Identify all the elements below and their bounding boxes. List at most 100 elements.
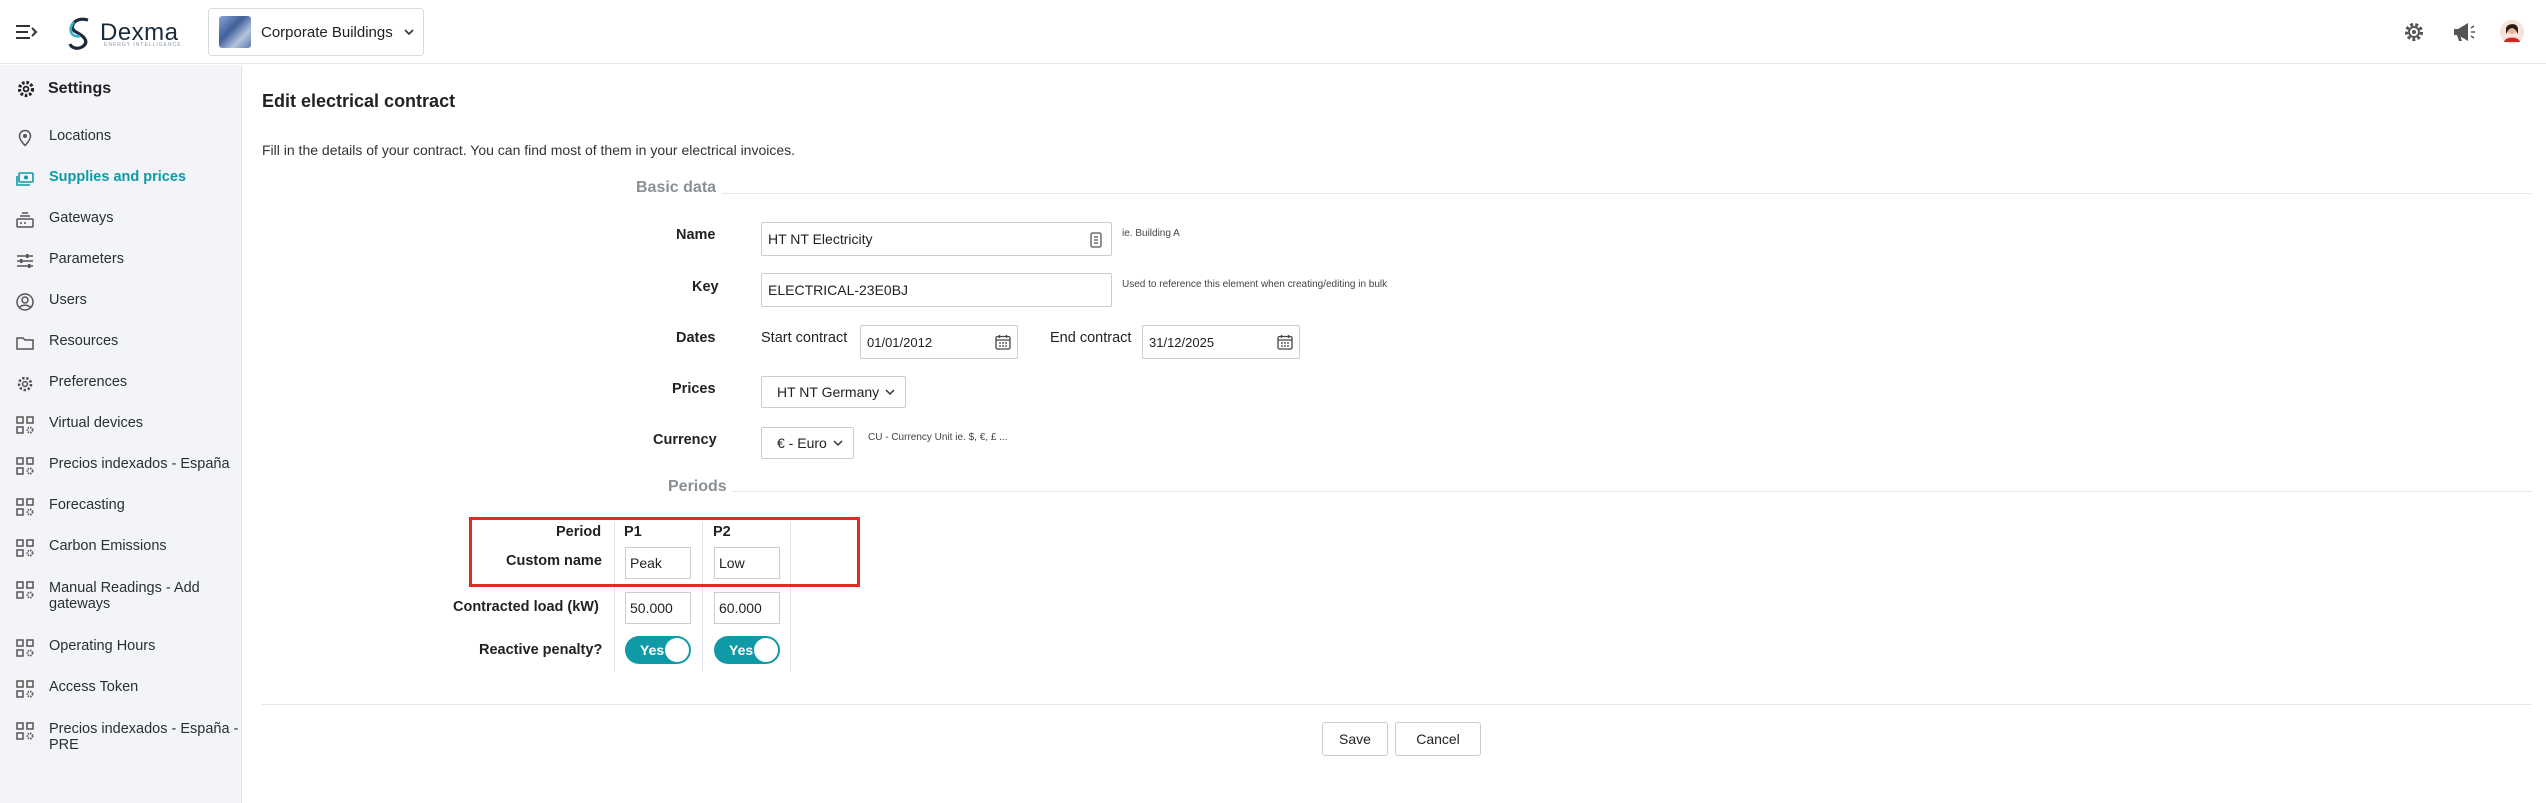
name-hint: ie. Building A (1122, 228, 1180, 239)
toggle-label: Yes (640, 642, 665, 658)
user-avatar[interactable] (2498, 18, 2526, 46)
grid-gear-icon (16, 581, 34, 599)
contracted-load-label: Contracted load (kW) (453, 599, 599, 615)
reactive-penalty-toggle-p2[interactable]: Yes (714, 636, 780, 664)
sidebar: Settings Locations Supplies and prices G… (0, 65, 242, 803)
prices-label: Prices (672, 381, 716, 397)
organization-selector[interactable]: Corporate Buildings (208, 8, 424, 56)
sliders-icon (17, 254, 33, 268)
map-pin-icon (18, 129, 32, 147)
sidebar-item-forecasting[interactable]: Forecasting (16, 497, 240, 516)
sidebar-item-locations[interactable]: Locations (16, 128, 240, 147)
sidebar-item-label: Access Token (49, 679, 139, 695)
sidebar-item-parameters[interactable]: Parameters (16, 251, 240, 270)
name-input-value: HT NT Electricity (768, 231, 873, 247)
toggle-knob (665, 638, 689, 662)
logo-subtitle: ENERGY INTELLIGENCE (104, 42, 182, 48)
intro-text: Fill in the details of your contract. Yo… (262, 142, 796, 158)
dates-label: Dates (676, 330, 716, 346)
gear-icon (17, 376, 33, 392)
footer-divider (262, 704, 2532, 705)
section-divider (732, 491, 2532, 492)
toggle-label: Yes (729, 642, 754, 658)
name-input[interactable]: HT NT Electricity (761, 222, 1112, 256)
basic-data-heading: Basic data (636, 179, 717, 196)
sidebar-title: Settings (16, 79, 111, 99)
end-contract-input[interactable]: 31/12/2025 (1142, 325, 1300, 359)
sidebar-item-label: Preferences (49, 374, 128, 390)
sidebar-item-label: Forecasting (49, 497, 125, 513)
prices-value: HT NT Germany (777, 384, 880, 400)
gear-icon[interactable] (2400, 18, 2428, 46)
megaphone-icon[interactable] (2449, 18, 2477, 46)
sidebar-item-resources[interactable]: Resources (16, 333, 240, 352)
sidebar-item-virtual-devices[interactable]: Virtual devices (16, 415, 240, 434)
currency-value: € - Euro (777, 435, 827, 451)
sidebar-item-carbon-emissions[interactable]: Carbon Emissions (16, 538, 240, 557)
sidebar-item-access-token[interactable]: Access Token (16, 679, 240, 698)
form-helper-icon[interactable] (1089, 232, 1103, 248)
sidebar-item-label: Locations (49, 128, 112, 144)
sidebar-item-label: Supplies and prices (49, 169, 186, 185)
grid-gear-icon (16, 498, 34, 516)
sidebar-item-label: Carbon Emissions (49, 538, 167, 554)
gateway-icon (16, 212, 34, 228)
key-label: Key (692, 279, 719, 295)
currency-label: Currency (653, 432, 717, 448)
sidebar-item-label: Users (49, 292, 87, 308)
periods-heading: Periods (668, 478, 727, 495)
chevron-down-icon (404, 29, 414, 36)
reactive-penalty-toggle-p1[interactable]: Yes (625, 636, 691, 664)
start-contract-label: Start contract (761, 330, 848, 346)
menu-expand-icon[interactable] (14, 20, 40, 44)
sidebar-item-manual-readings[interactable]: Manual Readings - Add gateways (16, 580, 240, 612)
cancel-button[interactable]: Cancel (1395, 722, 1481, 756)
save-button[interactable]: Save (1322, 722, 1388, 756)
dexma-logo[interactable]: Dexma ENERGY INTELLIGENCE (64, 12, 182, 54)
calendar-icon[interactable] (995, 334, 1011, 350)
top-bar: Dexma ENERGY INTELLIGENCE Corporate Buil… (0, 0, 2546, 64)
end-contract-label: End contract (1050, 330, 1132, 346)
end-contract-value: 31/12/2025 (1149, 334, 1215, 350)
sidebar-item-precios-indexados[interactable]: Precios indexados - España (16, 456, 240, 475)
sidebar-item-gateways[interactable]: Gateways (16, 210, 240, 229)
sidebar-item-label: Precios indexados - España - PRE (49, 721, 239, 753)
key-hint: Used to reference this element when crea… (1122, 279, 1388, 290)
sidebar-title-text: Settings (48, 80, 112, 97)
sidebar-item-operating-hours[interactable]: Operating Hours (16, 638, 240, 657)
currency-hint: CU - Currency Unit ie. $, €, £ ... (868, 432, 1008, 443)
grid-gear-icon (16, 639, 34, 657)
sidebar-item-preferences[interactable]: Preferences (16, 374, 240, 393)
key-input[interactable]: ELECTRICAL-23E0BJ (761, 273, 1112, 307)
chevron-down-icon (885, 389, 895, 396)
key-input-value: ELECTRICAL-23E0BJ (768, 282, 909, 298)
sidebar-item-precios-indexados-pre[interactable]: Precios indexados - España - PRE (16, 721, 240, 753)
sidebar-item-label: Precios indexados - España (49, 456, 230, 472)
section-divider (722, 193, 2532, 194)
highlight-box (469, 517, 860, 587)
contracted-load-input-p2[interactable]: 60.000 (714, 592, 780, 624)
contracted-load-p2-value: 60.000 (719, 600, 762, 616)
start-contract-value: 01/01/2012 (867, 334, 933, 350)
folder-icon (16, 337, 34, 350)
calendar-icon[interactable] (1277, 334, 1293, 350)
grid-gear-icon (16, 680, 34, 698)
sidebar-item-users[interactable]: Users (16, 292, 240, 311)
sidebar-item-label: Operating Hours (49, 638, 156, 654)
sidebar-item-label: Manual Readings - Add gateways (49, 580, 200, 612)
currency-dropdown[interactable]: € - Euro (761, 427, 854, 459)
sidebar-item-supplies-and-prices[interactable]: Supplies and prices (16, 169, 240, 188)
reactive-penalty-label: Reactive penalty? (479, 642, 603, 658)
page-title: Edit electrical contract (262, 91, 456, 111)
sidebar-item-label: Parameters (49, 251, 124, 267)
contracted-load-p1-value: 50.000 (630, 600, 673, 616)
settings-gear-icon (17, 80, 35, 98)
sidebar-item-label: Gateways (49, 210, 114, 226)
organization-name: Corporate Buildings (261, 23, 393, 41)
contracted-load-input-p1[interactable]: 50.000 (625, 592, 691, 624)
dexma-logo-icon (68, 17, 89, 50)
grid-gear-icon (16, 539, 34, 557)
prices-dropdown[interactable]: HT NT Germany (761, 376, 907, 408)
start-contract-input[interactable]: 01/01/2012 (860, 325, 1018, 359)
building-thumbnail (219, 16, 251, 48)
